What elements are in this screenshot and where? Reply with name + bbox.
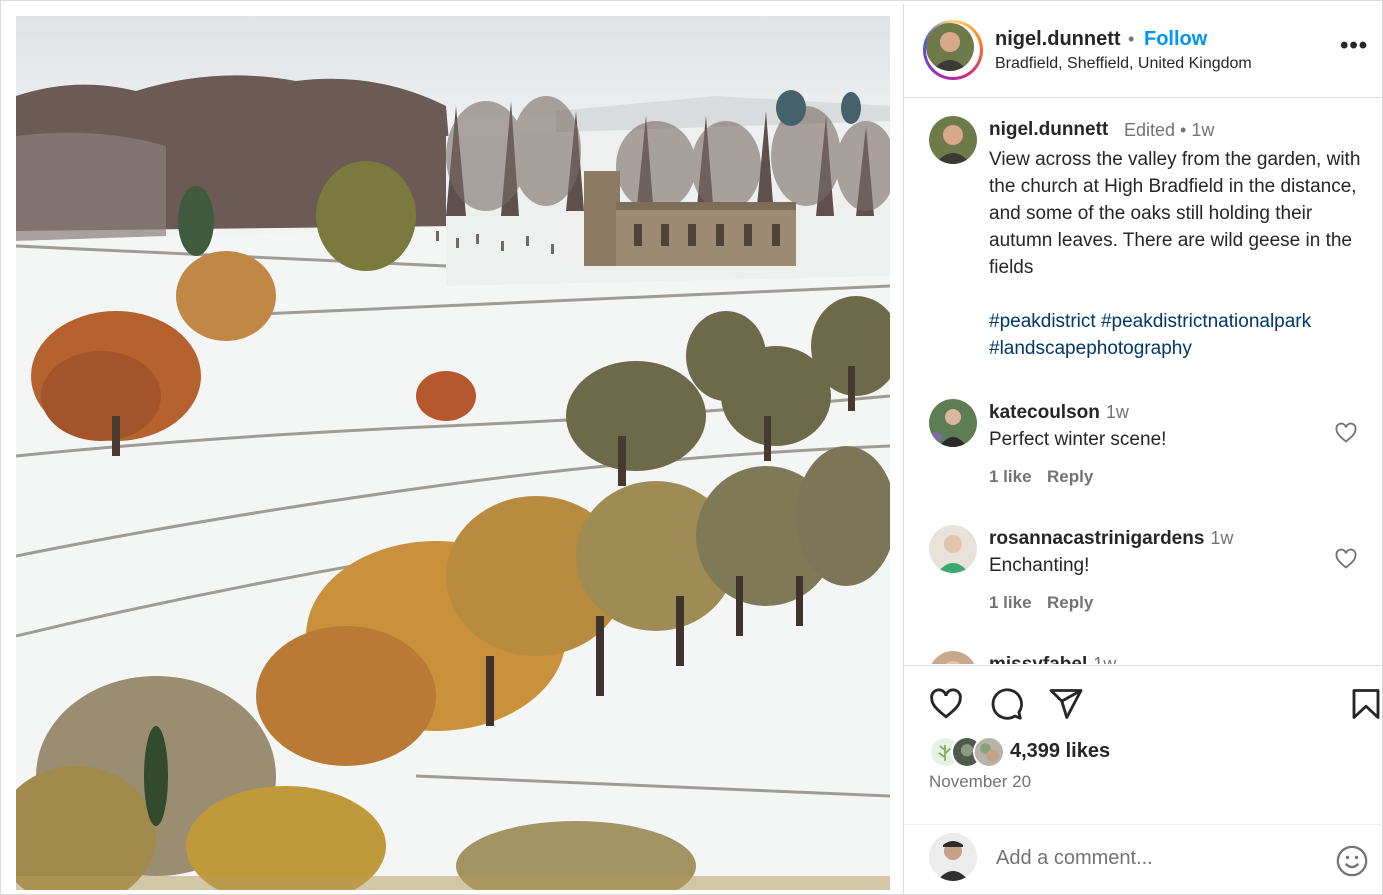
comment-time: 1w — [1093, 654, 1117, 664]
comment-item: rosannacastrinigardens 1w Enchanting! 1 l… — [904, 525, 1383, 635]
author-avatar[interactable] — [926, 23, 974, 71]
current-user-avatar — [929, 833, 977, 881]
heart-icon[interactable] — [1334, 547, 1358, 571]
author-username[interactable]: nigel.dunnett — [995, 28, 1121, 51]
separator-dot: • — [1128, 29, 1135, 49]
post-side-panel: nigel.dunnett • Follow Bradfield, Sheffi… — [903, 4, 1383, 895]
post-photo[interactable] — [16, 16, 890, 890]
likes-count[interactable]: 4,399 likes — [1010, 740, 1110, 763]
author-story-ring[interactable] — [923, 20, 983, 80]
post-header: nigel.dunnett • Follow Bradfield, Sheffi… — [904, 4, 1383, 98]
comment-likes[interactable]: 1 like — [989, 467, 1032, 487]
comment-item: missyfabel1w — [904, 651, 1383, 664]
caption-text: View across the valley from the garden, … — [989, 149, 1361, 278]
save-icon[interactable] — [1348, 686, 1383, 722]
comment-time: 1w — [1210, 528, 1234, 548]
caption-meta: Edited • 1w — [1124, 120, 1215, 140]
add-comment-bar — [904, 824, 1383, 895]
comment-time: 1w — [1105, 402, 1129, 422]
liker-avatars[interactable] — [929, 736, 1009, 768]
share-icon[interactable] — [1048, 686, 1084, 722]
commenter-username[interactable]: missyfabel1w — [989, 654, 1116, 664]
comment-text: Enchanting! — [989, 555, 1090, 576]
commenter-avatar[interactable] — [929, 399, 977, 447]
reply-button[interactable]: Reply — [1047, 467, 1093, 487]
commenter-avatar[interactable] — [929, 651, 977, 664]
commenter-username[interactable]: rosannacastrinigardens 1w — [989, 528, 1233, 550]
liker-avatar — [973, 736, 1005, 768]
caption-username[interactable]: nigel.dunnett — [989, 119, 1108, 141]
comments-section[interactable]: nigel.dunnett Edited • 1w View across th… — [904, 99, 1383, 664]
comment-item: katecoulson 1w Perfect winter scene! 1 li… — [904, 399, 1383, 509]
caption-hashtags: #peakdistrict #peakdistrictnationalpark … — [989, 308, 1374, 362]
add-comment-input[interactable] — [996, 847, 1316, 870]
comment-text: Perfect winter scene! — [989, 429, 1167, 450]
more-options-icon[interactable]: ••• — [1340, 32, 1368, 60]
comment-icon[interactable] — [988, 686, 1024, 722]
comment-likes[interactable]: 1 like — [989, 593, 1032, 613]
heart-icon[interactable] — [1334, 421, 1358, 445]
post-location[interactable]: Bradfield, Sheffield, United Kingdom — [995, 55, 1252, 73]
hashtag-link[interactable]: #peakdistrict — [989, 311, 1096, 332]
caption-avatar[interactable] — [929, 116, 977, 164]
hashtag-link[interactable]: #peakdistrictnationalpark — [1101, 311, 1311, 332]
post-actions: 4,399 likes November 20 — [904, 665, 1383, 825]
commenter-avatar[interactable] — [929, 525, 977, 573]
reply-button[interactable]: Reply — [1047, 593, 1093, 613]
like-icon[interactable] — [928, 686, 964, 722]
post-date: November 20 — [929, 772, 1032, 791]
hashtag-link[interactable]: #landscapephotography — [989, 338, 1192, 359]
commenter-username[interactable]: katecoulson 1w — [989, 402, 1129, 424]
follow-button[interactable]: Follow — [1144, 28, 1207, 51]
emoji-icon[interactable] — [1335, 844, 1369, 878]
snowy-landscape-image — [16, 16, 890, 890]
